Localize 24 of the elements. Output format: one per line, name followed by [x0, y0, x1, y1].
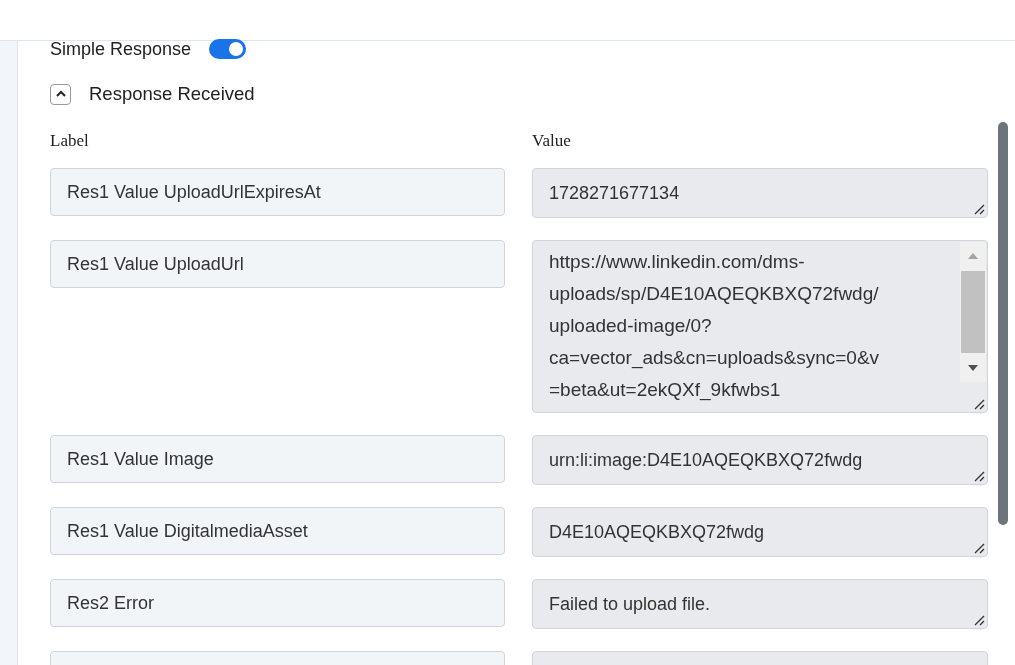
resize-grip-icon[interactable] — [973, 470, 985, 482]
label-field[interactable]: Res2 Error — [50, 579, 505, 627]
resize-grip-icon[interactable] — [973, 614, 985, 626]
column-header: Label — [50, 131, 90, 151]
scrollbar[interactable] — [960, 242, 986, 382]
value-field[interactable]: D4E10AQEQKBXQ72fwdg — [532, 507, 988, 557]
value-field[interactable]: 1728271677134 — [532, 168, 988, 218]
resize-grip-icon[interactable] — [973, 398, 985, 410]
label-field[interactable]: Res1 Value UploadUrlExpiresAt — [50, 168, 505, 216]
caret-icon — [54, 90, 67, 98]
label-field[interactable]: Res1 Value DigitalmediaAsset — [50, 507, 505, 555]
value-field[interactable]: Failed to upload file. — [532, 579, 988, 629]
scrollbar[interactable] — [998, 122, 1008, 525]
column-header: Value — [532, 131, 572, 151]
value-field[interactable]: urn:li:image:D4E10AQEQKBXQ72fwdg — [532, 435, 988, 485]
value-field[interactable]: https://www.linkedin.com/dms- uploads/sp/D4E10AQEQKBXQ72fwdg/ uploaded-image/0? ca=vector_ads&cn=uploads&sync=0&v =beta&ut=2ekQXf_9kfwbs1 — [532, 240, 988, 413]
label-field[interactable]: Res1 Value UploadUrl — [50, 240, 505, 288]
toggle-label: Simple Response — [50, 38, 192, 60]
collapse-button[interactable] — [50, 83, 71, 105]
section-title: Response Received — [89, 83, 255, 105]
toggle-switch[interactable] — [209, 39, 247, 59]
label-field[interactable]: Res1 Value Image — [50, 435, 505, 483]
resize-grip-icon[interactable] — [973, 542, 985, 554]
resize-grip-icon[interactable] — [973, 203, 985, 215]
